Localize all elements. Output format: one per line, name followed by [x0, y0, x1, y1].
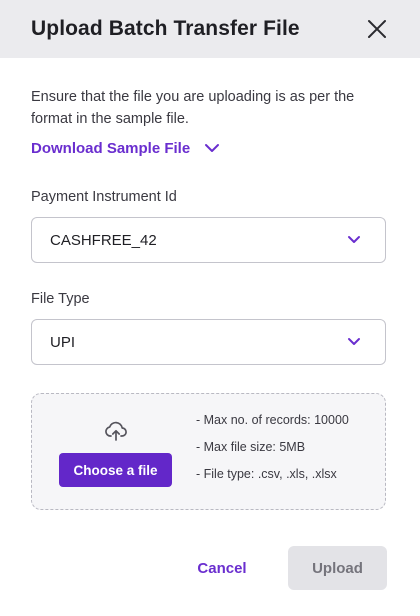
chevron-down-icon — [347, 231, 361, 249]
file-type-label: File Type — [31, 291, 90, 307]
rule-max-size: - Max file size: 5MB — [196, 440, 306, 454]
file-type-select[interactable]: UPI — [31, 319, 386, 365]
cancel-button[interactable]: Cancel — [190, 556, 254, 580]
upload-button[interactable]: Upload — [288, 546, 387, 590]
download-sample-link[interactable]: Download Sample File — [31, 140, 220, 157]
payment-instrument-label: Payment Instrument Id — [31, 189, 177, 205]
chevron-down-icon — [347, 333, 361, 351]
chevron-down-icon — [190, 140, 220, 157]
rule-file-type: - File type: .csv, .xls, .xlsx — [196, 467, 337, 481]
payment-instrument-value: CASHFREE_42 — [50, 231, 157, 249]
file-dropzone[interactable]: Choose a file - Max no. of records: 1000… — [31, 393, 386, 510]
file-type-value: UPI — [50, 333, 76, 351]
download-sample-label: Download Sample File — [31, 140, 191, 157]
dialog-description: Ensure that the file you are uploading i… — [31, 89, 355, 127]
close-icon[interactable] — [366, 18, 388, 40]
dialog-title: Upload Batch Transfer File — [31, 17, 300, 40]
upload-rules: - Max no. of records: 10000 - Max file s… — [196, 413, 349, 494]
payment-instrument-select[interactable]: CASHFREE_42 — [31, 217, 386, 263]
choose-file-button[interactable]: Choose a file — [59, 453, 172, 487]
dialog-header: Upload Batch Transfer File — [0, 0, 420, 58]
cloud-upload-icon — [104, 420, 128, 447]
rule-max-records: - Max no. of records: 10000 — [196, 413, 349, 427]
